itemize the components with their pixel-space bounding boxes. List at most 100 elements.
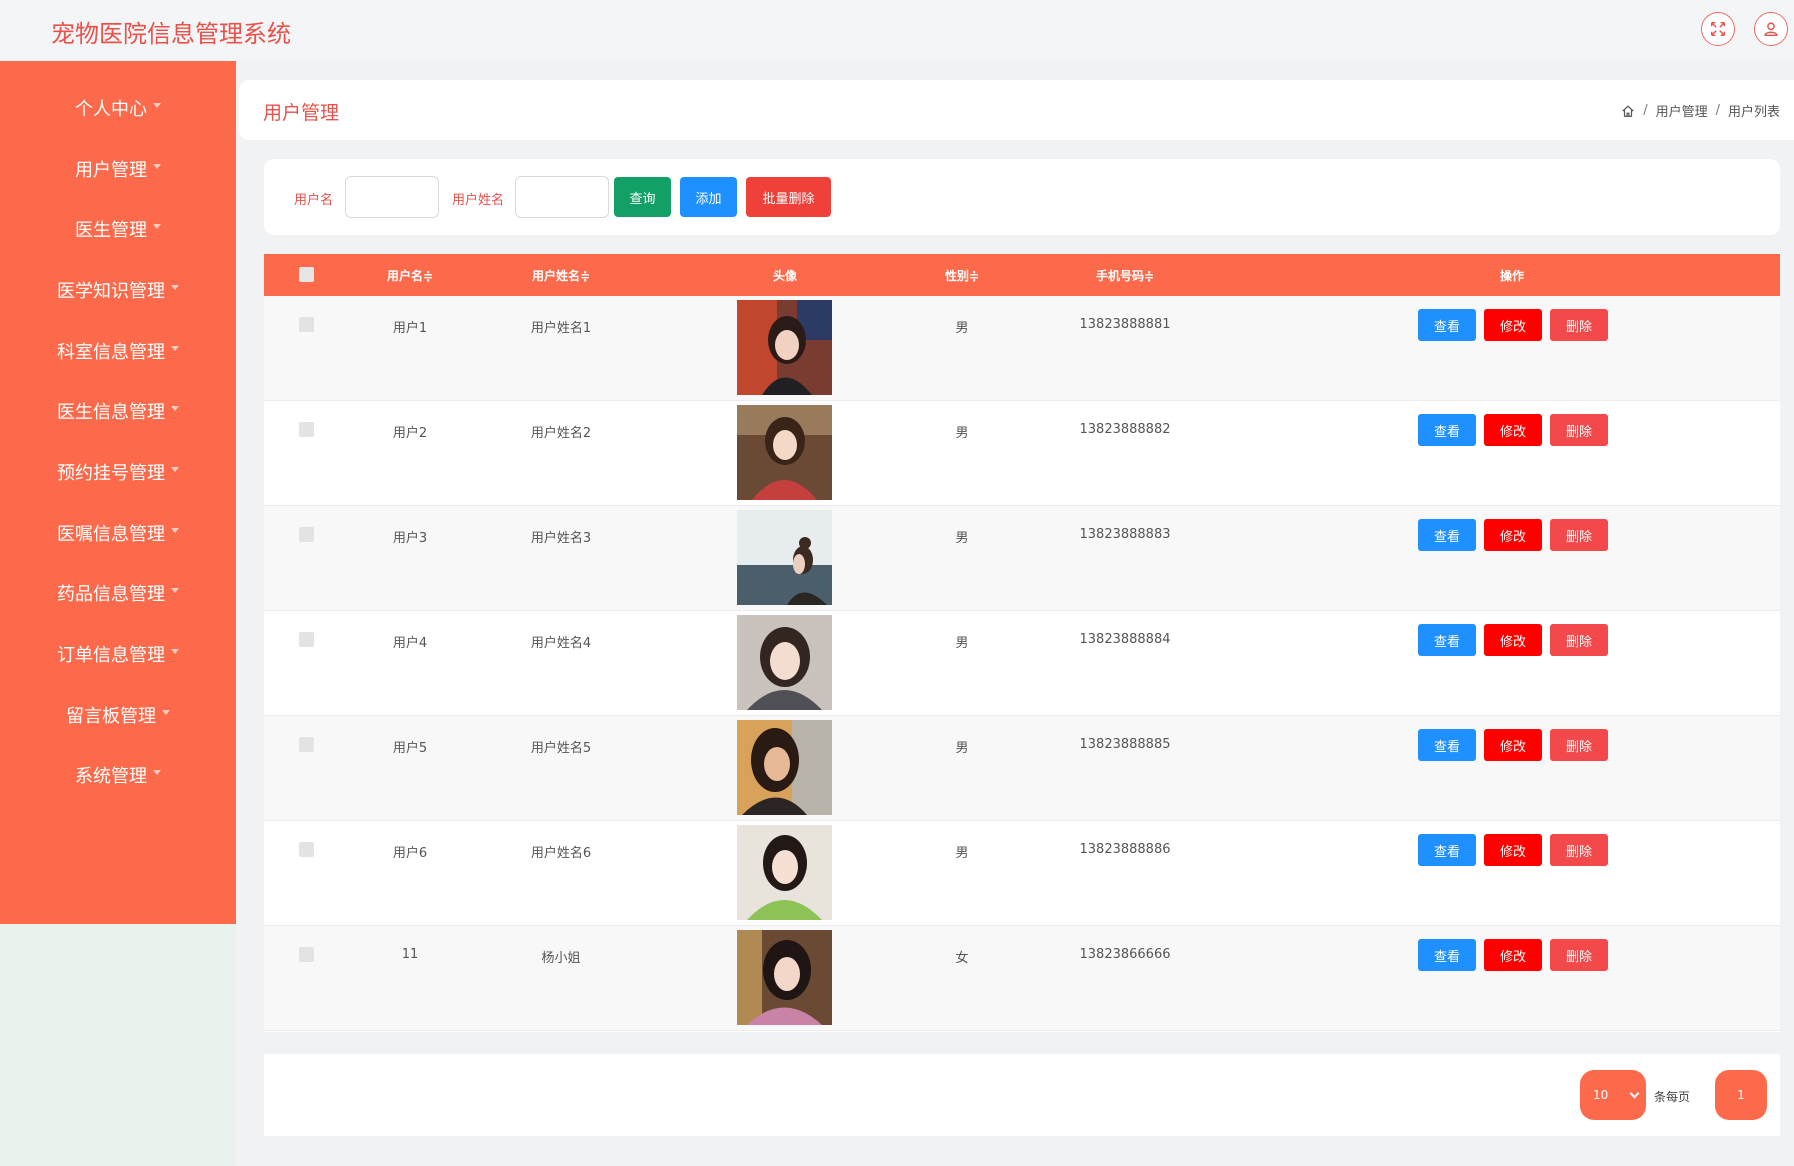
edit-button[interactable]: 修改 — [1484, 939, 1542, 971]
username-label: 用户名 — [294, 193, 334, 208]
view-button[interactable]: 查看 — [1418, 729, 1476, 761]
page-number-button[interactable]: 1 — [1715, 1070, 1767, 1120]
home-icon[interactable] — [1621, 104, 1635, 118]
caret-down-icon — [171, 587, 179, 593]
cell-gender: 男 — [955, 321, 969, 336]
row-checkbox[interactable] — [299, 422, 314, 437]
sidebar-item-medical-knowledge[interactable]: 医学知识管理 — [0, 270, 236, 310]
sidebar-item-doctor-info[interactable]: 医生信息管理 — [0, 391, 236, 431]
chevron-down-icon — [1629, 1088, 1640, 1099]
main-content: 用户管理 / 用户管理 / 用户列表 用户名 用户姓名 查询 添加 批量删除 用… — [236, 61, 1794, 1166]
table-row: 用户2 用户姓名2 男 13823888882 查看 修改 删除 — [264, 401, 1780, 506]
edit-button[interactable]: 修改 — [1484, 624, 1542, 656]
sidebar-item-personal-center[interactable]: 个人中心 — [0, 88, 236, 128]
table-row: 11 杨小姐 女 13823866666 查看 修改 删除 — [264, 926, 1780, 1031]
cell-gender: 女 — [955, 951, 969, 966]
edit-button[interactable]: 修改 — [1484, 414, 1542, 446]
sidebar-item-medical-order[interactable]: 医嘱信息管理 — [0, 513, 236, 553]
edit-button[interactable]: 修改 — [1484, 519, 1542, 551]
avatar — [737, 825, 832, 920]
sidebar-item-system-management[interactable]: 系统管理 — [0, 755, 236, 795]
sidebar-item-label: 系统管理 — [75, 766, 147, 787]
page-title: 用户管理 — [263, 102, 340, 124]
table-row: 用户5 用户姓名5 男 13823888885 查看 修改 删除 — [264, 716, 1780, 821]
row-checkbox[interactable] — [299, 632, 314, 647]
delete-button[interactable]: 删除 — [1550, 309, 1608, 341]
cell-gender: 男 — [955, 846, 969, 861]
edit-button[interactable]: 修改 — [1484, 729, 1542, 761]
row-checkbox[interactable] — [299, 842, 314, 857]
sidebar-item-label: 药品信息管理 — [57, 584, 165, 605]
caret-down-icon — [171, 466, 179, 472]
sidebar-item-order-info[interactable]: 订单信息管理 — [0, 634, 236, 674]
pagination: 10 条每页 1 — [264, 1054, 1780, 1136]
cell-username: 用户2 — [392, 426, 428, 441]
table-header: 用户名≑ 用户姓名≑ 头像 性别≑ 手机号码≑ 操作 — [264, 254, 1780, 296]
delete-button[interactable]: 删除 — [1550, 414, 1608, 446]
cell-realname: 用户姓名6 — [530, 846, 592, 861]
delete-button[interactable]: 删除 — [1550, 729, 1608, 761]
cell-realname: 用户姓名5 — [530, 741, 592, 756]
delete-button[interactable]: 删除 — [1550, 519, 1608, 551]
delete-button[interactable]: 删除 — [1550, 939, 1608, 971]
breadcrumb-item[interactable]: 用户管理 — [1656, 101, 1708, 120]
query-button[interactable]: 查询 — [614, 177, 671, 217]
cell-phone: 13823888882 — [1079, 422, 1171, 437]
sidebar-item-label: 预约挂号管理 — [57, 463, 165, 484]
cell-gender: 男 — [955, 426, 969, 441]
row-checkbox[interactable] — [299, 317, 314, 332]
row-checkbox[interactable] — [299, 737, 314, 752]
sidebar-item-label: 用户管理 — [75, 160, 147, 181]
app-title: 宠物医院信息管理系统 — [51, 20, 291, 48]
batch-delete-button[interactable]: 批量删除 — [746, 177, 831, 217]
username-input[interactable] — [345, 176, 439, 218]
row-checkbox[interactable] — [299, 947, 314, 962]
row-checkbox[interactable] — [299, 527, 314, 542]
column-header-username[interactable]: 用户名≑ — [387, 267, 433, 284]
delete-button[interactable]: 删除 — [1550, 834, 1608, 866]
page-size-select[interactable]: 10 — [1580, 1070, 1646, 1120]
caret-down-icon — [153, 163, 161, 169]
sidebar-item-appointment[interactable]: 预约挂号管理 — [0, 452, 236, 492]
column-header-gender[interactable]: 性别≑ — [945, 267, 979, 284]
sidebar-item-label: 医学知识管理 — [57, 281, 165, 302]
avatar — [737, 720, 832, 815]
edit-button[interactable]: 修改 — [1484, 834, 1542, 866]
column-header-realname[interactable]: 用户姓名≑ — [532, 267, 590, 284]
user-icon[interactable] — [1754, 12, 1788, 46]
cell-username: 用户5 — [392, 741, 428, 756]
delete-button[interactable]: 删除 — [1550, 624, 1608, 656]
sidebar-item-label: 医生管理 — [75, 220, 147, 241]
cell-phone: 13823888884 — [1079, 632, 1171, 647]
view-button[interactable]: 查看 — [1418, 519, 1476, 551]
sidebar-item-message-board[interactable]: 留言板管理 — [0, 695, 236, 735]
cell-phone: 13823888883 — [1079, 527, 1171, 542]
top-bar: 宠物医院信息管理系统 — [0, 0, 1794, 61]
realname-label: 用户姓名 — [452, 193, 505, 208]
avatar — [737, 615, 832, 710]
view-button[interactable]: 查看 — [1418, 309, 1476, 341]
select-all-checkbox[interactable] — [299, 267, 314, 282]
realname-input[interactable] — [515, 176, 609, 218]
sidebar-item-user-management[interactable]: 用户管理 — [0, 149, 236, 189]
view-button[interactable]: 查看 — [1418, 414, 1476, 446]
view-button[interactable]: 查看 — [1418, 834, 1476, 866]
cell-realname: 用户姓名3 — [530, 531, 592, 546]
caret-down-icon — [153, 102, 161, 108]
add-button[interactable]: 添加 — [680, 177, 737, 217]
view-button[interactable]: 查看 — [1418, 939, 1476, 971]
sidebar-item-doctor-management[interactable]: 医生管理 — [0, 209, 236, 249]
avatar — [737, 300, 832, 395]
cell-realname: 杨小姐 — [541, 951, 581, 966]
fullscreen-icon[interactable] — [1701, 12, 1735, 46]
cell-username: 用户1 — [392, 321, 428, 336]
edit-button[interactable]: 修改 — [1484, 309, 1542, 341]
sidebar-item-drug-info[interactable]: 药品信息管理 — [0, 573, 236, 613]
view-button[interactable]: 查看 — [1418, 624, 1476, 656]
sidebar-item-department-info[interactable]: 科室信息管理 — [0, 331, 236, 371]
sidebar-item-label: 个人中心 — [75, 99, 147, 120]
cell-phone: 13823866666 — [1079, 947, 1171, 962]
sidebar-item-label: 医生信息管理 — [57, 402, 165, 423]
column-header-phone[interactable]: 手机号码≑ — [1096, 267, 1154, 284]
sidebar-item-label: 留言板管理 — [66, 706, 156, 727]
